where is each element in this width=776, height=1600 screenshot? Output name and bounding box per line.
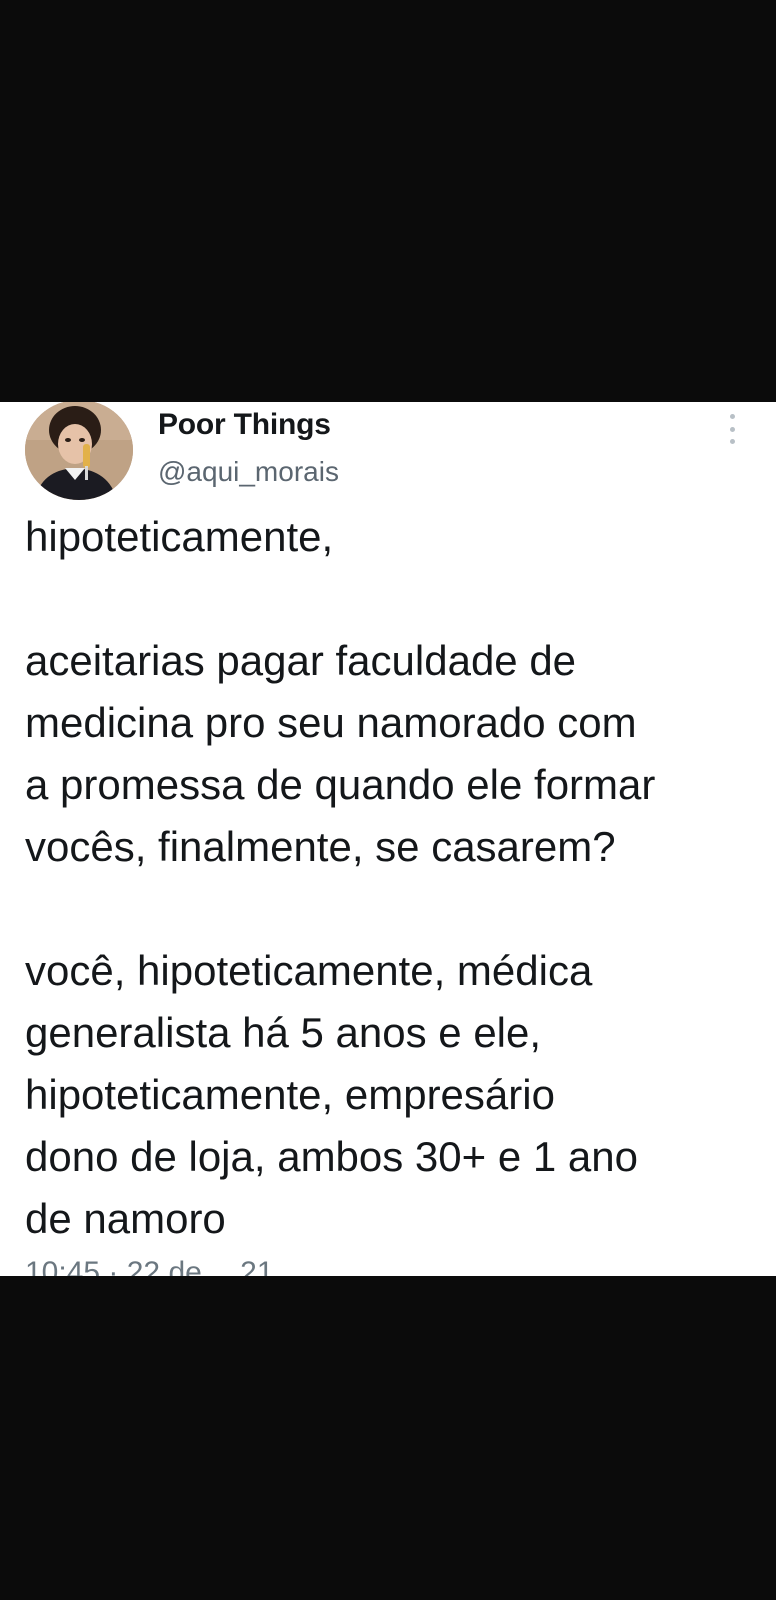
bottom-black-area <box>0 1276 776 1600</box>
tweet-text: hipoteticamente, aceitarias pagar faculd… <box>25 506 770 1250</box>
more-vertical-icon[interactable] <box>726 414 738 444</box>
tweet-line: generalista há 5 anos e ele, <box>25 1009 542 1056</box>
display-name[interactable]: Poor Things <box>158 408 331 442</box>
tweet-line: de namoro <box>25 1195 226 1242</box>
tweet-line: hipoteticamente, empresário <box>25 1071 555 1118</box>
more-dot <box>729 439 735 444</box>
tweet-card: Poor Things @aqui_morais hipoteticamente… <box>0 402 776 1276</box>
more-dot <box>729 414 735 419</box>
tweet-line: hipoteticamente, <box>25 513 334 560</box>
tweet-line: medicina pro seu namorado com <box>25 699 637 746</box>
more-dot <box>729 426 735 432</box>
tweet-timestamp[interactable]: 10:45 · 22 de …21 <box>25 1256 274 1276</box>
tweet-line: aceitarias pagar faculdade de <box>25 637 577 684</box>
tweet-line: a promessa de quando ele formar <box>25 761 656 808</box>
avatar[interactable] <box>25 402 133 500</box>
tweet-line: você, hipoteticamente, médica <box>25 947 593 994</box>
user-handle[interactable]: @aqui_morais <box>158 456 339 488</box>
tweet-line: vocês, finalmente, se casarem? <box>25 823 616 870</box>
top-black-area <box>0 0 776 402</box>
tweet-line: dono de loja, ambos 30+ e 1 ano <box>25 1133 638 1180</box>
avatar-photo <box>25 402 133 500</box>
